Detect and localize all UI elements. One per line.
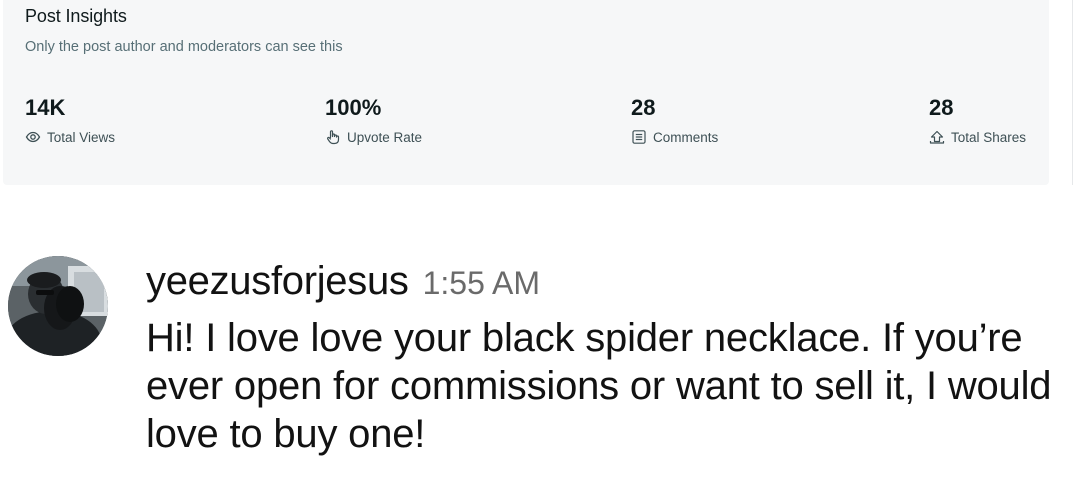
stat-total-views: 14K Total Views (25, 95, 115, 145)
comment-timestamp: 1:55 AM (422, 265, 541, 301)
stat-value: 14K (25, 95, 66, 120)
stat-label: Total Shares (951, 129, 1027, 145)
post-insights-card: Post Insights Only the post author and m… (3, 0, 1049, 185)
stat-label: Comments (653, 129, 719, 145)
eye-icon (25, 129, 41, 145)
stat-comments: 28 Comments (631, 95, 718, 145)
divider (1072, 0, 1073, 185)
stat-label: Upvote Rate (347, 129, 423, 145)
post-insights-subtitle: Only the post author and moderators can … (25, 39, 343, 55)
stat-value: 28 (631, 95, 656, 120)
comment-username[interactable]: yeezusforjesus (146, 259, 409, 304)
post-insights-title: Post Insights (25, 6, 127, 26)
comment-icon (631, 129, 647, 145)
stat-total-shares: 28 Total Shares (929, 95, 1026, 145)
comment-text: Hi! I love love your black spider neckla… (146, 316, 1052, 456)
user-avatar[interactable] (8, 256, 108, 356)
stat-upvote-rate: 100% Upvote Rate (325, 95, 422, 145)
stat-value: 100% (325, 95, 382, 120)
stat-label: Total Views (47, 129, 116, 145)
share-icon (929, 129, 945, 145)
upvote-hand-icon (325, 129, 341, 145)
stat-value: 28 (929, 95, 954, 120)
comment: yeezusforjesus 1:55 AM Hi! I love love y… (0, 240, 1080, 500)
